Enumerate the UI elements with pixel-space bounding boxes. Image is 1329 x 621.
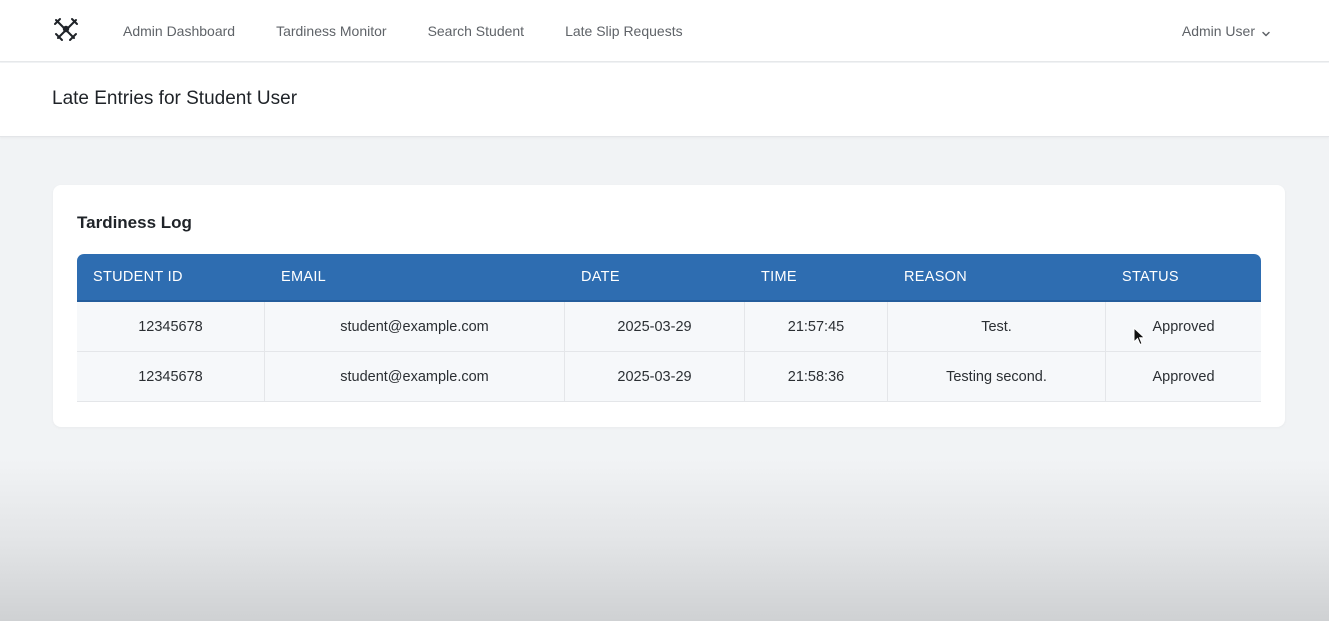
cell-reason: Test. [888, 302, 1106, 352]
column-header-time[interactable]: TIME [745, 254, 888, 302]
tardiness-table-wrapper: STUDENT ID EMAIL DATE TIME REASON STATUS… [77, 254, 1261, 402]
table-row[interactable]: 12345678 student@example.com 2025-03-29 … [77, 302, 1261, 352]
column-header-student-id[interactable]: STUDENT ID [77, 254, 265, 302]
nav-link-late-slip-requests[interactable]: Late Slip Requests [565, 23, 683, 39]
cell-student-id: 12345678 [77, 352, 265, 402]
table-header-row: STUDENT ID EMAIL DATE TIME REASON STATUS [77, 254, 1261, 302]
column-header-date[interactable]: DATE [565, 254, 745, 302]
crossed-swords-logo-icon[interactable] [52, 16, 80, 44]
top-navbar: Admin Dashboard Tardiness Monitor Search… [0, 0, 1329, 62]
tardiness-log-card: Tardiness Log STUDENT ID EMAIL DATE TIME… [53, 185, 1285, 427]
cell-status: Approved [1106, 352, 1261, 402]
table-row[interactable]: 12345678 student@example.com 2025-03-29 … [77, 352, 1261, 402]
column-header-reason[interactable]: REASON [888, 254, 1106, 302]
tardiness-table: STUDENT ID EMAIL DATE TIME REASON STATUS… [77, 254, 1261, 402]
page-title: Late Entries for Student User [52, 88, 298, 109]
main-nav-links: Admin Dashboard Tardiness Monitor Search… [123, 0, 724, 62]
nav-link-tardiness-monitor[interactable]: Tardiness Monitor [276, 23, 387, 39]
card-title: Tardiness Log [77, 213, 192, 232]
cell-date: 2025-03-29 [565, 302, 745, 352]
cell-time: 21:57:45 [745, 302, 888, 352]
column-header-status[interactable]: STATUS [1106, 254, 1261, 302]
nav-link-search-student[interactable]: Search Student [428, 23, 525, 39]
nav-link-admin-dashboard[interactable]: Admin Dashboard [123, 23, 235, 39]
cell-status: Approved [1106, 302, 1261, 352]
user-menu-label: Admin User [1181, 23, 1255, 39]
user-menu-dropdown[interactable]: Admin User [1182, 0, 1271, 62]
chevron-down-icon [1261, 26, 1271, 37]
cell-email: student@example.com [265, 352, 565, 402]
cell-reason: Testing second. [888, 352, 1106, 402]
mouse-pointer-icon [1133, 326, 1147, 347]
page-header: Late Entries for Student User [0, 63, 1329, 137]
cell-time: 21:58:36 [745, 352, 888, 402]
cell-email: student@example.com [265, 302, 565, 352]
cell-date: 2025-03-29 [565, 352, 745, 402]
cell-student-id: 12345678 [77, 302, 265, 352]
column-header-email[interactable]: EMAIL [265, 254, 565, 302]
